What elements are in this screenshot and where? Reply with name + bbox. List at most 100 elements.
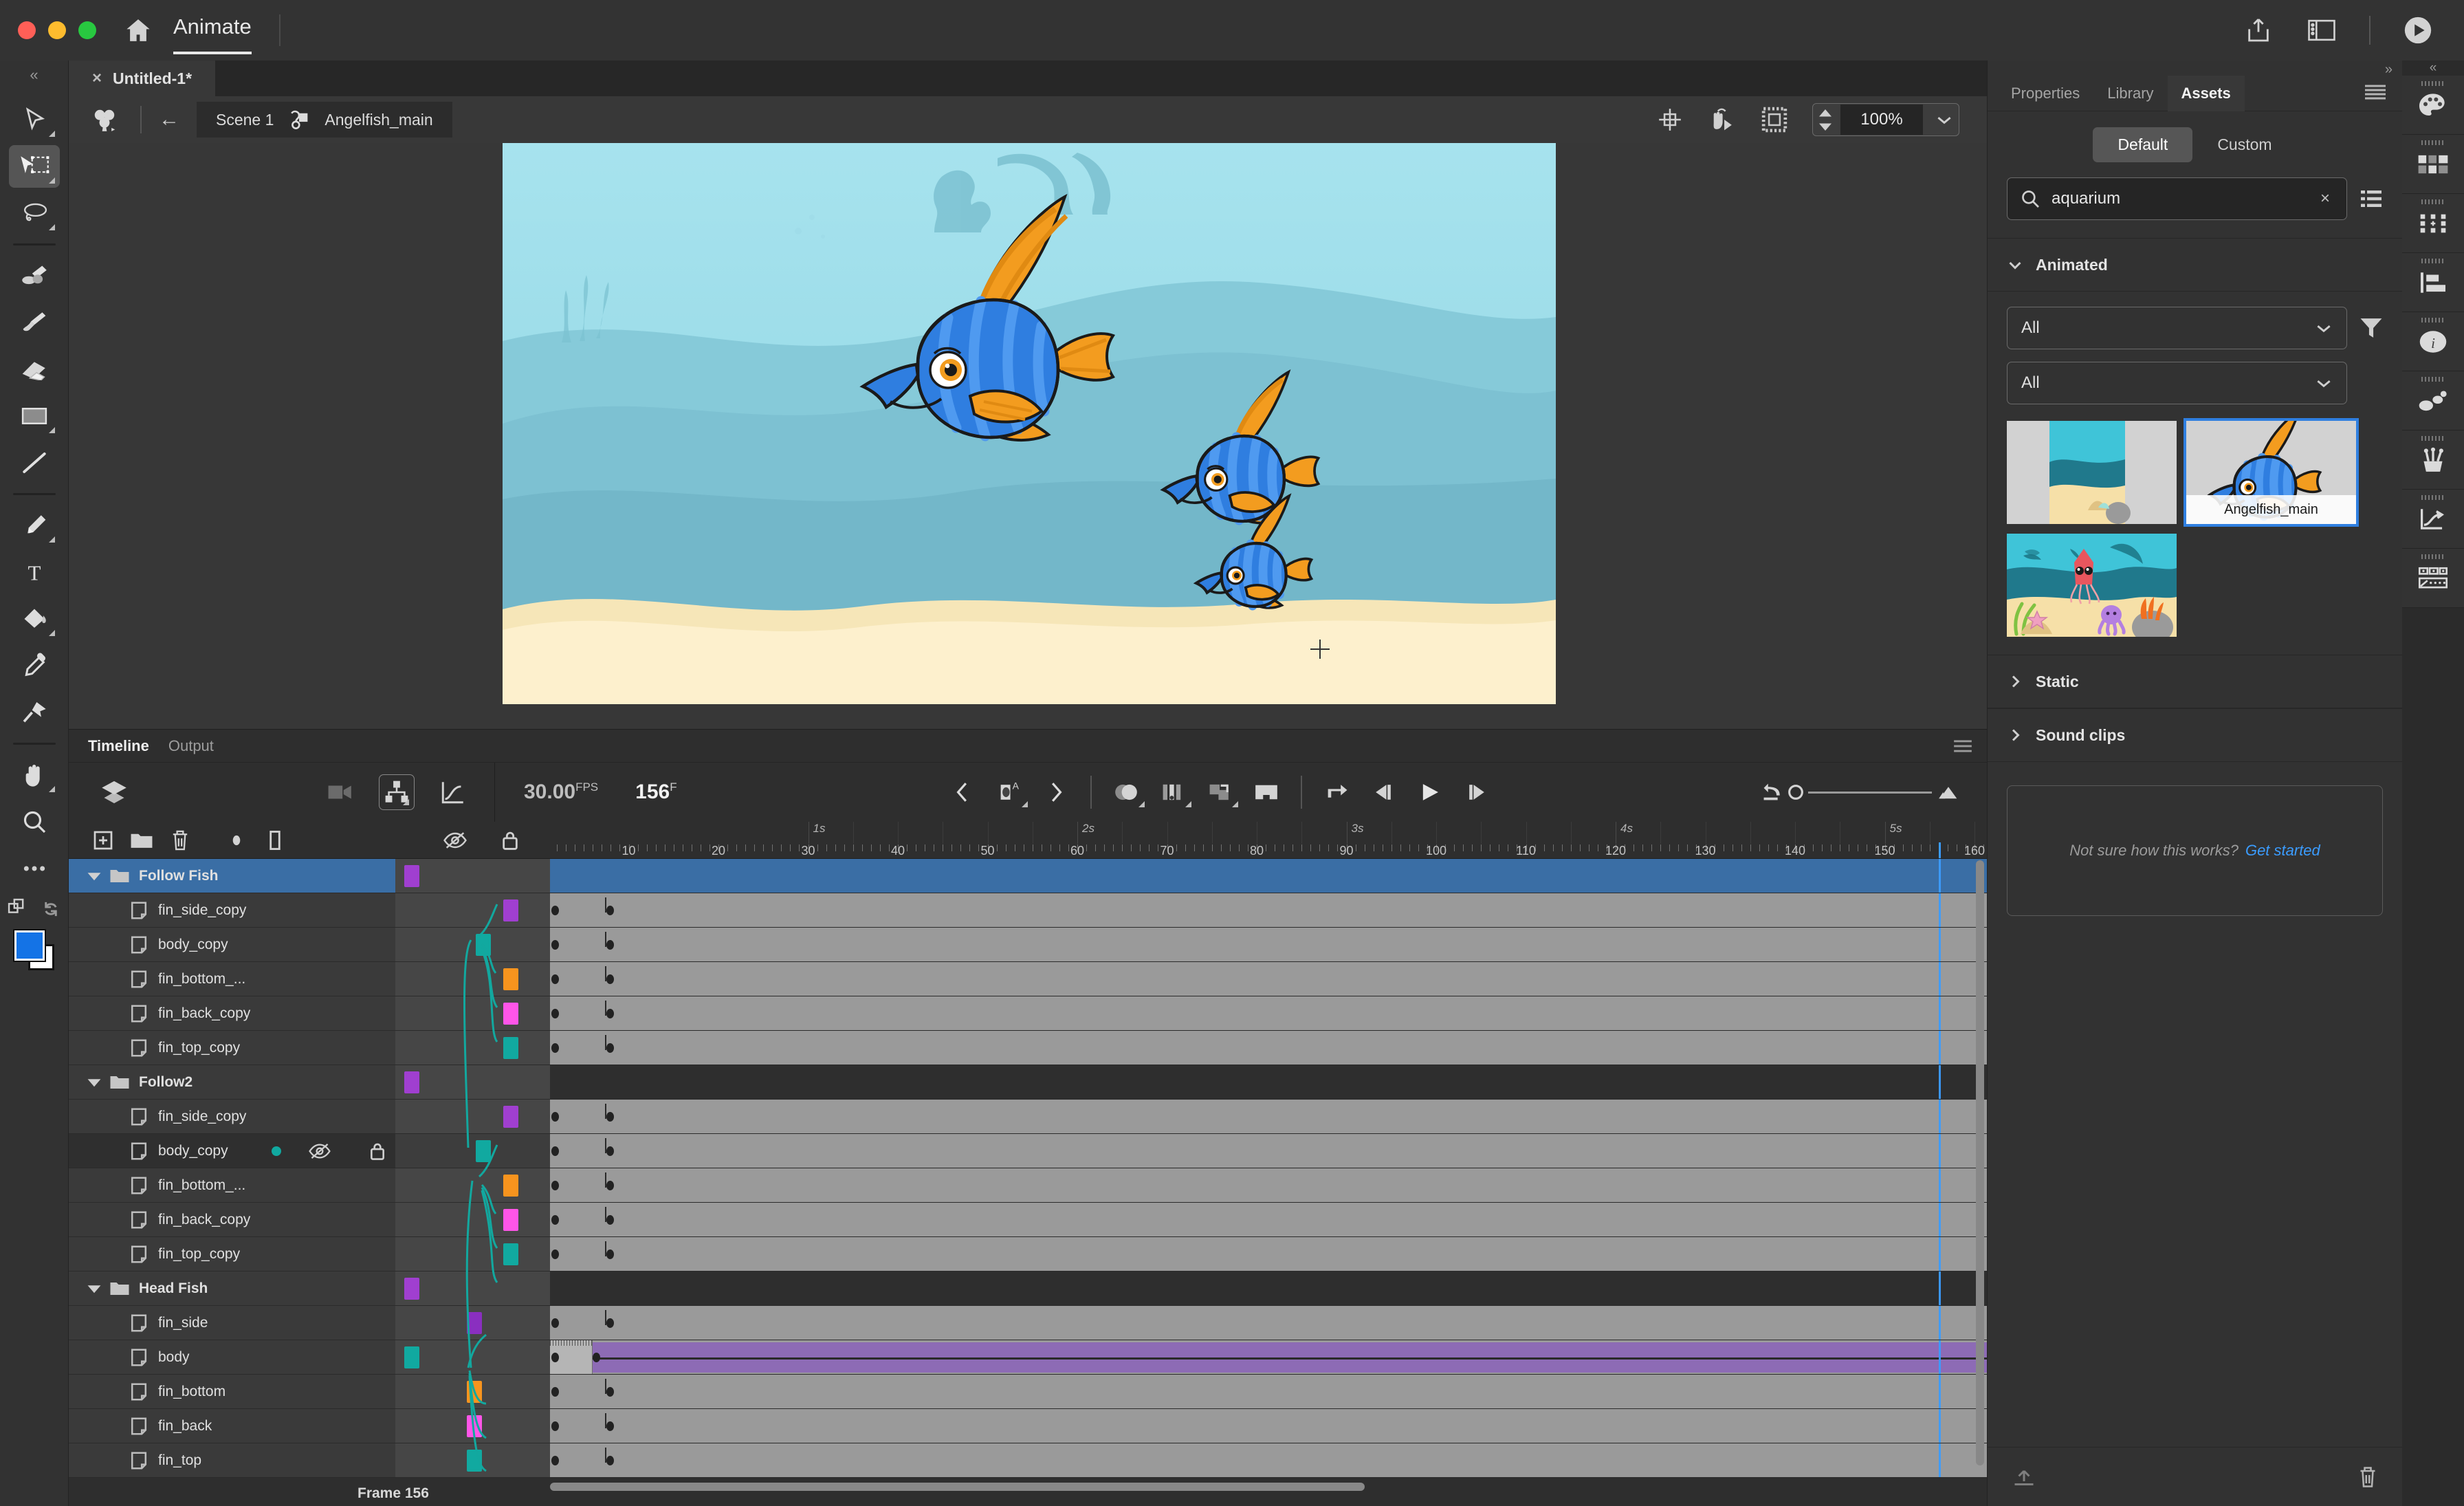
keyframe-dot[interactable] xyxy=(606,1146,614,1156)
drag-grip[interactable] xyxy=(2421,199,2445,204)
keyframe-dot[interactable] xyxy=(606,906,614,915)
more-tools[interactable] xyxy=(0,845,69,892)
layer-name-cell[interactable]: body xyxy=(69,1340,299,1375)
search-value[interactable]: aquarium xyxy=(2052,189,2305,208)
clover-symbol-icon[interactable] xyxy=(69,105,140,134)
color-palette-icon[interactable] xyxy=(2402,76,2464,135)
layer-name-cell[interactable]: fin_bottom_... xyxy=(69,962,299,996)
layer-visibility-lock-cell[interactable] xyxy=(299,893,395,928)
layer-row[interactable]: fin_bottom_... xyxy=(69,1168,1987,1203)
layer-folder-row[interactable]: Head Fish xyxy=(69,1272,1987,1306)
timeline-body[interactable]: Follow Fish fin_side_copy body_copy fin_bot… xyxy=(69,859,1987,1478)
funnel-filter-icon[interactable] xyxy=(2360,316,2383,340)
layer-name-cell[interactable]: Head Fish xyxy=(69,1272,299,1306)
layer-motion-preview[interactable] xyxy=(395,1272,550,1306)
keyframe-marker[interactable] xyxy=(503,1037,518,1059)
layer-row[interactable]: fin_bottom xyxy=(69,1375,1987,1409)
onion-skin-icon[interactable] xyxy=(1103,773,1150,811)
layer-frames-strip[interactable] xyxy=(550,1409,1987,1443)
bone-tool[interactable] xyxy=(0,689,69,736)
playhead-ruler[interactable] xyxy=(1938,842,1941,858)
maximize-window-button[interactable] xyxy=(78,21,96,39)
layer-visibility-lock-cell[interactable] xyxy=(299,859,395,893)
layer-row[interactable]: fin_top_copy xyxy=(69,1237,1987,1272)
panel-layout-icon[interactable] xyxy=(2306,14,2338,46)
selection-tool[interactable] xyxy=(0,96,69,143)
layer-motion-preview[interactable] xyxy=(395,1065,550,1100)
layer-visibility-lock-cell[interactable] xyxy=(299,1443,395,1478)
layer-motion-preview[interactable] xyxy=(395,996,550,1031)
layer-frames-strip[interactable] xyxy=(550,1306,1987,1340)
motion-presets-icon[interactable] xyxy=(2402,371,2464,430)
timeline-ruler[interactable]: 1s2s3s4s5s6s7s8s102030405060708090100110… xyxy=(550,822,1987,859)
layer-folder-row[interactable]: Follow2 xyxy=(69,1065,1987,1100)
undo-icon[interactable] xyxy=(1763,782,1786,803)
window-controls[interactable] xyxy=(18,21,96,39)
layer-visibility-lock-cell[interactable] xyxy=(299,962,395,996)
drag-grip[interactable] xyxy=(2421,436,2445,441)
asset-thumbnail-reef[interactable] xyxy=(2007,534,2177,637)
eyedropper-tool[interactable] xyxy=(0,642,69,689)
drag-grip[interactable] xyxy=(2421,140,2445,145)
rotate-hand-icon[interactable] xyxy=(1708,105,1737,134)
upload-asset-icon[interactable] xyxy=(2012,1467,2036,1487)
edit-multiple-frames-icon[interactable] xyxy=(1196,773,1243,811)
zoom-input[interactable]: 100% xyxy=(1840,105,1923,135)
layer-motion-preview[interactable] xyxy=(395,928,550,962)
keyframe-dot[interactable] xyxy=(606,1181,614,1190)
keyframe-dot[interactable] xyxy=(551,1146,559,1156)
keyframe-dot[interactable] xyxy=(551,1353,559,1362)
lasso-tool[interactable] xyxy=(0,190,69,237)
keyframe-dot[interactable] xyxy=(593,1353,600,1362)
keyframe-marker[interactable] xyxy=(404,865,420,887)
keyframe-dot[interactable] xyxy=(606,1249,614,1259)
info-panel-icon[interactable]: i xyxy=(2402,312,2464,371)
center-stage-icon[interactable] xyxy=(1656,105,1684,134)
keyframe-marker[interactable] xyxy=(476,1140,492,1162)
section-sound-clips[interactable]: Sound clips xyxy=(1988,708,2402,762)
layer-motion-preview[interactable] xyxy=(395,1168,550,1203)
reset-colors-icon[interactable] xyxy=(40,898,62,920)
layer-name-cell[interactable]: fin_back xyxy=(69,1409,299,1443)
drag-grip[interactable] xyxy=(2421,554,2445,559)
layer-motion-preview[interactable] xyxy=(395,893,550,928)
onion-slider[interactable] xyxy=(1808,791,1932,794)
pen-tool[interactable] xyxy=(0,502,69,549)
layer-depth-icon[interactable] xyxy=(96,774,132,810)
layer-name-cell[interactable]: fin_back_copy xyxy=(69,1203,299,1237)
layer-name-cell[interactable]: fin_side_copy xyxy=(69,893,299,928)
category-select[interactable]: All xyxy=(2007,307,2347,349)
layer-frames-strip[interactable] xyxy=(550,859,1987,893)
line-tool[interactable] xyxy=(0,439,69,486)
eye-hidden-icon[interactable] xyxy=(308,1142,331,1160)
layer-name-cell[interactable]: body_copy xyxy=(69,1134,299,1168)
chevron-down-icon[interactable] xyxy=(82,1283,106,1294)
layer-parenting-icon[interactable] xyxy=(379,774,415,810)
layer-motion-preview[interactable] xyxy=(395,962,550,996)
keyframe-dot[interactable] xyxy=(606,1043,614,1053)
layer-frames-strip[interactable] xyxy=(550,1203,1987,1237)
layer-motion-preview[interactable] xyxy=(395,1237,550,1272)
step-forward-icon[interactable] xyxy=(1453,773,1500,811)
subcategory-select[interactable]: All xyxy=(2007,362,2347,404)
transform-panel-icon[interactable] xyxy=(2402,194,2464,253)
clear-x-icon[interactable]: × xyxy=(2316,189,2334,208)
delete-layer-icon[interactable] xyxy=(161,822,199,858)
prev-keyframe-icon[interactable] xyxy=(939,773,986,811)
collapse-rail-button[interactable]: « xyxy=(2402,61,2464,76)
list-view-icon[interactable] xyxy=(2360,188,2383,209)
brush-tool[interactable] xyxy=(0,299,69,346)
layer-name-cell[interactable]: fin_top_copy xyxy=(69,1237,299,1272)
layer-visibility-lock-cell[interactable] xyxy=(299,1409,395,1443)
delete-asset-icon[interactable] xyxy=(2357,1465,2378,1489)
insert-keyframe-icon[interactable]: A xyxy=(986,773,1033,811)
fill-color-swatch[interactable] xyxy=(12,929,46,962)
keyframe-dot[interactable] xyxy=(551,1249,559,1259)
layer-name-cell[interactable]: fin_top_copy xyxy=(69,1031,299,1065)
layer-frames-strip[interactable] xyxy=(550,1065,1987,1100)
layer-visibility-lock-cell[interactable] xyxy=(299,1168,395,1203)
timeline-vertical-scrollbar[interactable] xyxy=(1976,860,1984,1465)
keyframe-dot[interactable] xyxy=(606,940,614,950)
back-to-scene-button[interactable]: ← xyxy=(142,108,197,131)
rectangle-tool[interactable] xyxy=(0,393,69,439)
